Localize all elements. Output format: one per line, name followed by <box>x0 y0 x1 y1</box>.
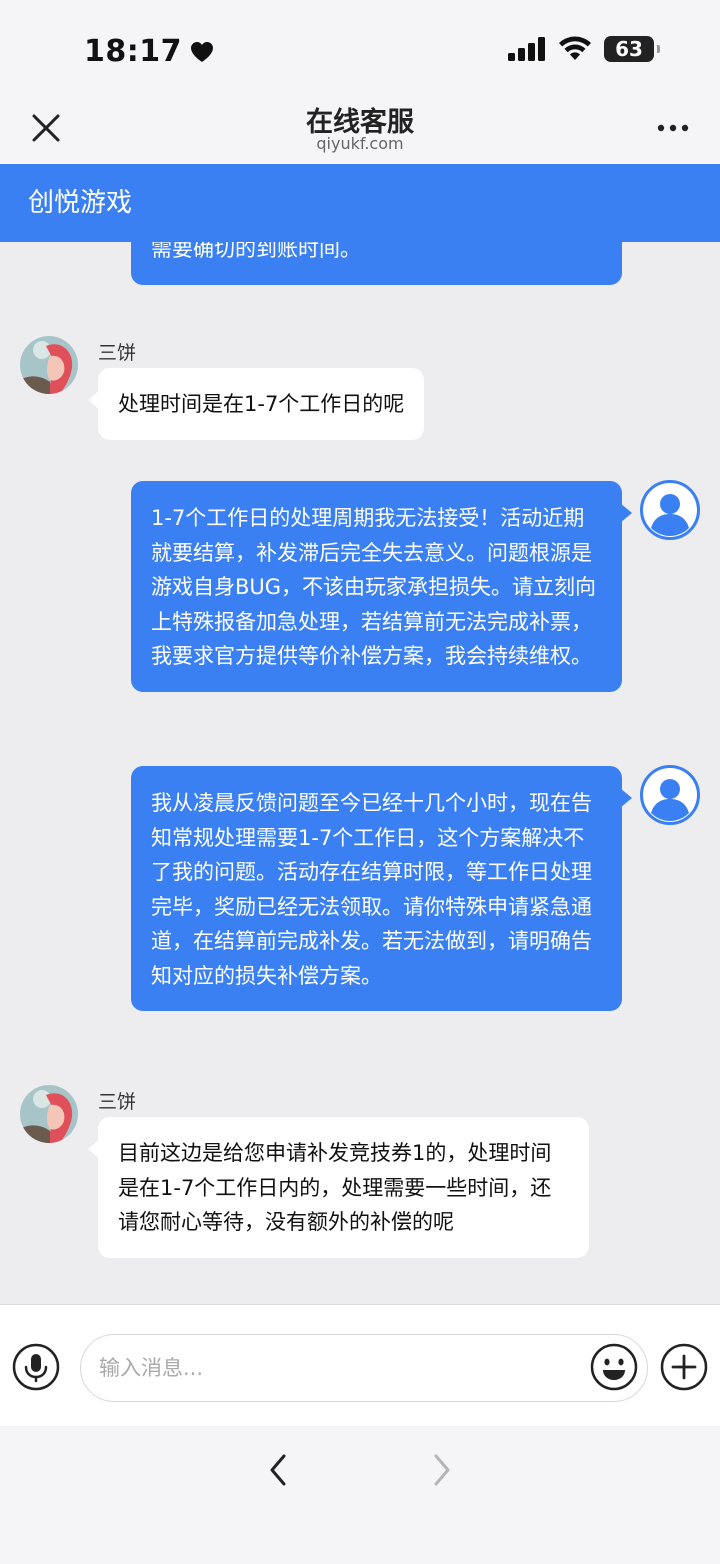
nav-bar: 在线客服 qiyukf.com <box>0 92 720 164</box>
forward-arrow-icon[interactable] <box>424 1450 458 1490</box>
message-bubble-user[interactable]: 需要确切的到账时间。 <box>131 242 622 285</box>
input-bar <box>0 1304 720 1426</box>
message-text: 处理时间是在1-7个工作日的呢 <box>118 392 405 416</box>
heart-icon <box>191 41 213 62</box>
message-text: 需要确切的到账时间。 <box>151 242 361 261</box>
user-avatar[interactable] <box>640 480 700 540</box>
signal-icon <box>508 37 545 61</box>
agent-avatar[interactable] <box>20 336 78 394</box>
message-text: 1-7个工作日的处理周期我无法接受！活动近期就要结算，补发滞后完全失去意义。问题… <box>151 506 597 668</box>
message-bubble-user[interactable]: 1-7个工作日的处理周期我无法接受！活动近期就要结算，补发滞后完全失去意义。问题… <box>131 481 632 692</box>
status-right: 63 <box>508 36 660 62</box>
battery-icon: 63 <box>604 36 660 62</box>
message-text: 目前这边是给您申请补发竞技券1的，处理时间是在1-7个工作日内的，处理需要一些时… <box>118 1141 552 1234</box>
bubble-tail <box>88 1139 100 1159</box>
chat-area[interactable]: 需要确切的到账时间。 三饼 处理时间是在1-7个工作日的呢 1-7个工作日的处理… <box>0 242 720 1304</box>
microphone-icon[interactable] <box>12 1343 60 1391</box>
user-avatar-icon <box>643 483 697 537</box>
message-bubble-agent[interactable]: 目前这边是给您申请补发竞技券1的，处理时间是在1-7个工作日内的，处理需要一些时… <box>88 1117 589 1258</box>
agent-avatar-image <box>20 1085 78 1143</box>
message-bubble-user[interactable]: 我从凌晨反馈问题至今已经十几个小时，现在告知常规处理需要1-7个工作日，这个方案… <box>131 766 632 1011</box>
bottom-nav <box>0 1426 720 1564</box>
message-bubble-agent[interactable]: 处理时间是在1-7个工作日的呢 <box>88 368 425 440</box>
page-subtitle: qiyukf.com <box>316 134 404 153</box>
more-icon[interactable] <box>656 116 690 140</box>
battery-level: 63 <box>615 37 643 61</box>
sender-name: 三饼 <box>98 342 137 364</box>
message-input[interactable] <box>80 1334 648 1402</box>
user-avatar-icon <box>643 768 697 822</box>
back-arrow-icon[interactable] <box>262 1450 296 1490</box>
brand-name: 创悦游戏 <box>28 188 133 218</box>
sender-name: 三饼 <box>98 1091 137 1113</box>
status-time-wrap: 18:17 <box>84 34 214 69</box>
bubble-tail <box>620 788 632 808</box>
wifi-icon <box>559 36 591 60</box>
agent-avatar[interactable] <box>20 1085 78 1143</box>
message-text: 我从凌晨反馈问题至今已经十几个小时，现在告知常规处理需要1-7个工作日，这个方案… <box>151 791 592 988</box>
bubble-tail <box>88 390 100 410</box>
plus-icon[interactable] <box>660 1343 708 1391</box>
brand-bar: 创悦游戏 <box>0 164 720 242</box>
user-avatar[interactable] <box>640 765 700 825</box>
status-time: 18:17 <box>84 34 182 69</box>
agent-avatar-image <box>20 336 78 394</box>
status-bar: 18:17 63 <box>0 0 720 92</box>
bubble-tail <box>620 503 632 523</box>
emoji-icon[interactable] <box>590 1343 638 1391</box>
